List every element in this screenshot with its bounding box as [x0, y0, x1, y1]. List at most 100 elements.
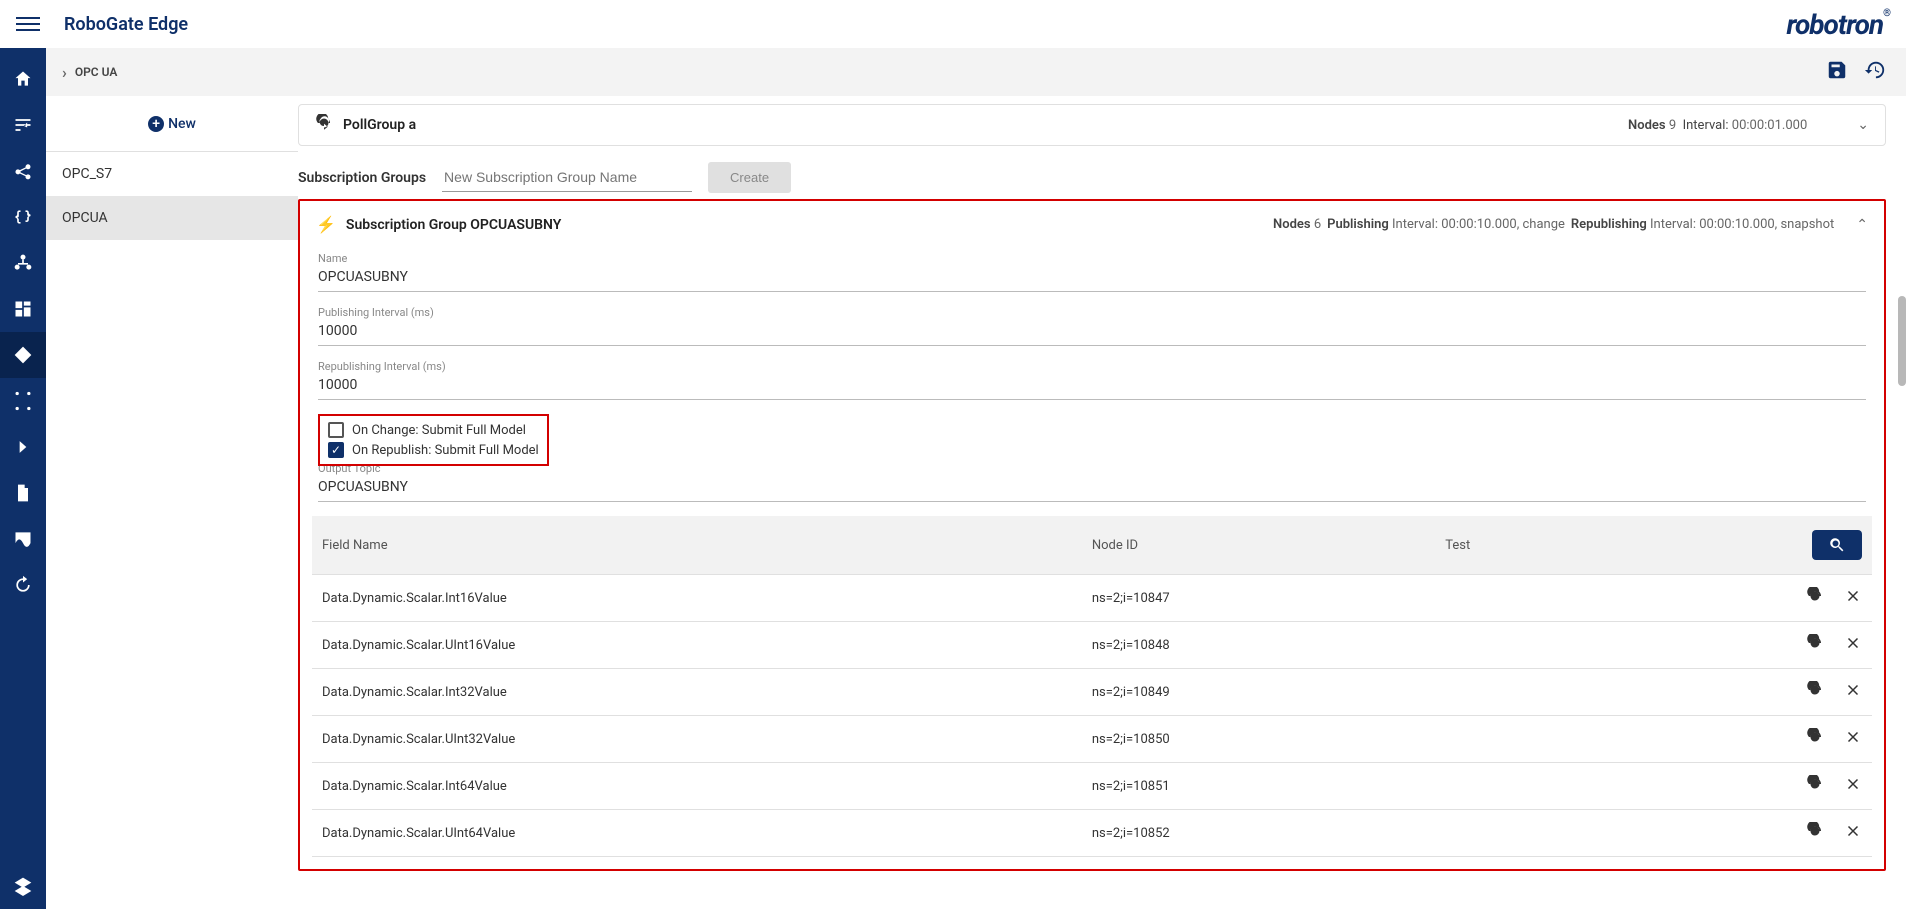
- breadcrumb[interactable]: › OPC UA: [46, 48, 298, 96]
- on-republish-label: On Republish: Submit Full Model: [352, 443, 539, 458]
- nav-rail: [0, 48, 46, 909]
- row-refresh-button[interactable]: [1806, 681, 1824, 703]
- content-area: PollGroup a Nodes 9 Interval: 00:00:01.0…: [298, 96, 1906, 909]
- on-change-checkbox[interactable]: [328, 422, 344, 438]
- app-title: RoboGate Edge: [64, 14, 188, 35]
- sidebar: › OPC UA + New OPC_S7OPCUA: [46, 48, 298, 909]
- row-delete-button[interactable]: [1844, 775, 1862, 797]
- new-button[interactable]: + New: [46, 96, 298, 152]
- col-test: Test: [1435, 516, 1597, 575]
- poll-group-meta: Nodes 9 Interval: 00:00:01.000: [1628, 118, 1807, 133]
- nav-forward[interactable]: [0, 424, 46, 470]
- cell-field-name: Data.Dynamic.Scalar.UInt16Value: [312, 622, 1082, 669]
- nav-diamond[interactable]: [0, 332, 46, 378]
- search-button[interactable]: [1812, 530, 1862, 560]
- expand-icon[interactable]: ⌄: [1857, 117, 1869, 133]
- nav-braces[interactable]: [0, 194, 46, 240]
- row-refresh-button[interactable]: [1806, 822, 1824, 844]
- row-refresh-button[interactable]: [1806, 634, 1824, 656]
- sidebar-item[interactable]: OPCUA: [46, 196, 298, 240]
- cell-field-name: Data.Dynamic.Scalar.Int32Value: [312, 669, 1082, 716]
- cell-test: [1435, 763, 1597, 810]
- subscription-group-meta: Nodes 6 Publishing Interval: 00:00:10.00…: [1273, 217, 1834, 232]
- bolt-icon: ⚡: [316, 215, 336, 234]
- field-output-topic: Output Topic OPCUASUBNY: [318, 462, 1866, 502]
- pub-interval-input[interactable]: 10000: [318, 319, 1866, 346]
- brand-logo: robotron®: [1786, 8, 1890, 41]
- cell-node-id: ns=2;i=10852: [1082, 810, 1435, 857]
- cell-test: [1435, 716, 1597, 763]
- scrollbar[interactable]: [1896, 96, 1906, 909]
- nav-network[interactable]: [0, 378, 46, 424]
- subscription-group-title: Subscription Group OPCUASUBNY: [346, 217, 561, 233]
- table-row: Data.Dynamic.Scalar.UInt16Valuens=2;i=10…: [312, 622, 1872, 669]
- nav-home[interactable]: [0, 56, 46, 102]
- col-field-name: Field Name: [312, 516, 1082, 575]
- toolbar: [298, 48, 1906, 96]
- new-label: New: [168, 116, 196, 132]
- cell-node-id: ns=2;i=10849: [1082, 669, 1435, 716]
- nav-tune[interactable]: [0, 102, 46, 148]
- col-actions: [1598, 516, 1872, 575]
- cell-test: [1435, 669, 1597, 716]
- nav-share[interactable]: [0, 148, 46, 194]
- breadcrumb-text: OPC UA: [75, 65, 118, 79]
- refresh-icon[interactable]: [315, 114, 333, 136]
- sidebar-item[interactable]: OPC_S7: [46, 152, 298, 196]
- on-republish-checkbox[interactable]: ✓: [328, 442, 344, 458]
- row-refresh-button[interactable]: [1806, 587, 1824, 609]
- cell-node-id: ns=2;i=10848: [1082, 622, 1435, 669]
- create-button[interactable]: Create: [708, 162, 791, 193]
- cell-test: [1435, 575, 1597, 622]
- cell-test: [1435, 622, 1597, 669]
- output-topic-input[interactable]: OPCUASUBNY: [318, 475, 1866, 502]
- table-row: Data.Dynamic.Scalar.Int16Valuens=2;i=108…: [312, 575, 1872, 622]
- poll-group-title: PollGroup a: [343, 117, 416, 133]
- nav-file[interactable]: [0, 470, 46, 516]
- nav-wave[interactable]: [0, 516, 46, 562]
- cell-field-name: Data.Dynamic.Scalar.Int16Value: [312, 575, 1082, 622]
- cell-node-id: ns=2;i=10850: [1082, 716, 1435, 763]
- row-delete-button[interactable]: [1844, 587, 1862, 609]
- cell-field-name: Data.Dynamic.Scalar.UInt32Value: [312, 716, 1082, 763]
- submit-model-options: On Change: Submit Full Model ✓ On Republ…: [318, 414, 549, 466]
- nav-dashboard[interactable]: [0, 286, 46, 332]
- table-row: Data.Dynamic.Scalar.UInt32Valuens=2;i=10…: [312, 716, 1872, 763]
- nav-rotate[interactable]: [0, 562, 46, 608]
- nodes-table: Field Name Node ID Test Data.Dynamic.Sca…: [312, 516, 1872, 857]
- row-delete-button[interactable]: [1844, 634, 1862, 656]
- chevron-right-icon: ›: [62, 63, 67, 82]
- restore-button[interactable]: [1864, 59, 1886, 85]
- cell-field-name: Data.Dynamic.Scalar.Int64Value: [312, 763, 1082, 810]
- cell-node-id: ns=2;i=10847: [1082, 575, 1435, 622]
- table-row: Data.Dynamic.Scalar.UInt64Valuens=2;i=10…: [312, 810, 1872, 857]
- col-node-id: Node ID: [1082, 516, 1435, 575]
- plus-icon: +: [148, 116, 164, 132]
- field-repub-interval: Republishing Interval (ms) 10000: [318, 360, 1866, 400]
- cell-node-id: ns=2;i=10851: [1082, 763, 1435, 810]
- name-input[interactable]: OPCUASUBNY: [318, 265, 1866, 292]
- field-name: Name OPCUASUBNY: [318, 252, 1866, 292]
- menu-button[interactable]: [16, 12, 40, 36]
- subscription-group-panel: ⚡ Subscription Group OPCUASUBNY Nodes 6 …: [298, 199, 1886, 871]
- subscription-groups-label: Subscription Groups: [298, 170, 426, 186]
- cell-test: [1435, 810, 1597, 857]
- row-delete-button[interactable]: [1844, 822, 1862, 844]
- new-subscription-input[interactable]: [442, 163, 692, 192]
- collapse-icon[interactable]: ⌃: [1856, 217, 1868, 233]
- table-row: Data.Dynamic.Scalar.Int64Valuens=2;i=108…: [312, 763, 1872, 810]
- row-refresh-button[interactable]: [1806, 728, 1824, 750]
- row-delete-button[interactable]: [1844, 728, 1862, 750]
- nav-layers[interactable]: [0, 863, 46, 909]
- poll-group-panel: PollGroup a Nodes 9 Interval: 00:00:01.0…: [298, 104, 1886, 146]
- row-refresh-button[interactable]: [1806, 775, 1824, 797]
- cell-field-name: Data.Dynamic.Scalar.UInt64Value: [312, 810, 1082, 857]
- row-delete-button[interactable]: [1844, 681, 1862, 703]
- save-button[interactable]: [1826, 59, 1848, 85]
- field-pub-interval: Publishing Interval (ms) 10000: [318, 306, 1866, 346]
- on-change-label: On Change: Submit Full Model: [352, 423, 526, 438]
- repub-interval-input[interactable]: 10000: [318, 373, 1866, 400]
- table-row: Data.Dynamic.Scalar.Int32Valuens=2;i=108…: [312, 669, 1872, 716]
- subscription-groups-header: Subscription Groups Create: [298, 162, 1886, 193]
- nav-hub[interactable]: [0, 240, 46, 286]
